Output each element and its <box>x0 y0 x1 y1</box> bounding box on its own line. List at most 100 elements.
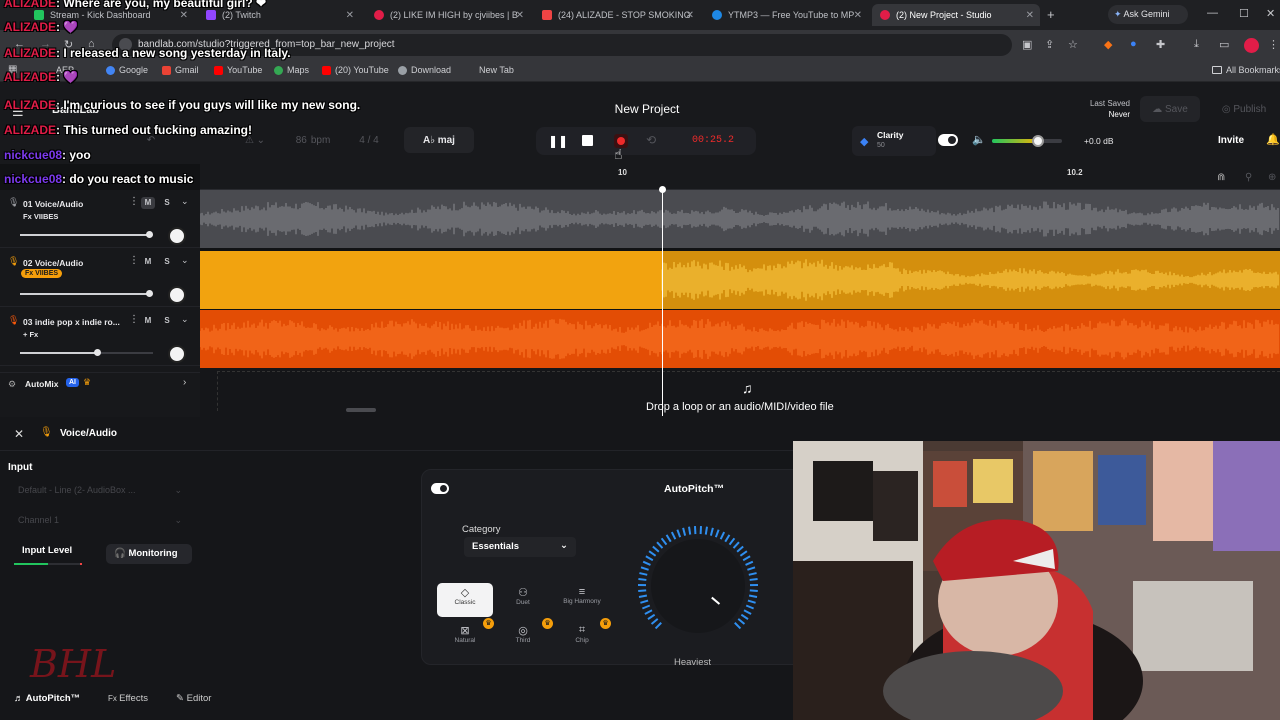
tab-autopitch[interactable]: ♬ AutoPitch™ <box>14 693 94 711</box>
bookmark-item[interactable]: YouTube <box>214 65 262 75</box>
extensions-puzzle-icon[interactable]: ✚ <box>1156 38 1165 51</box>
bookmark-item[interactable]: New Tab <box>479 65 514 75</box>
extension-icon[interactable]: ● <box>1130 38 1137 50</box>
project-title[interactable]: New Project <box>560 102 734 116</box>
input-device-select[interactable]: Default - Line (2- AudioBox ... ⌄ <box>10 481 190 501</box>
invite-button[interactable]: Invite <box>1210 127 1252 153</box>
timeline-ruler[interactable]: 10 10.2 ⋒ ⚲ ⊕ <box>200 164 1280 190</box>
track-header-1[interactable]: 🎙 01 Voice/Audio Fx VIIBES ⋮ M S ⌄ <box>0 190 200 248</box>
track-fx-button[interactable]: + Fx <box>23 330 38 339</box>
solo-button[interactable]: S <box>160 315 174 327</box>
mute-button[interactable]: M <box>141 197 155 209</box>
preset-duet[interactable]: ⚇ Duet <box>495 583 551 617</box>
tab-editor[interactable]: ✎ Editor <box>176 693 236 711</box>
tab-bandlab-song[interactable]: (2) LIKE IM HIGH by cjviibes | B ✕ <box>366 4 530 26</box>
all-bookmarks-folder[interactable]: All Bookmarks <box>1212 65 1280 75</box>
chevron-down-icon[interactable]: ⌄ <box>181 314 189 325</box>
solo-button[interactable]: S <box>160 197 174 209</box>
close-tab-icon[interactable]: ✕ <box>1026 10 1034 21</box>
tab-effects[interactable]: Fx Effects <box>108 693 168 711</box>
master-volume-slider[interactable] <box>992 135 1062 147</box>
solo-button[interactable]: S <box>160 256 174 268</box>
track-header-3[interactable]: 🎙 03 indie pop x indie ro... + Fx ⋮ M S … <box>0 308 200 366</box>
tab-ytmp3[interactable]: YTMP3 — Free YouTube to MP ✕ <box>704 4 868 26</box>
bookmark-item[interactable]: Maps <box>274 65 309 75</box>
track-lane-1[interactable] <box>200 190 1280 248</box>
pan-knob[interactable] <box>168 227 186 245</box>
close-tab-icon[interactable]: ✕ <box>854 10 862 21</box>
track-volume-slider[interactable] <box>20 231 153 238</box>
notification-bell-icon[interactable]: 🔔 <box>1266 133 1280 146</box>
close-tab-icon[interactable]: ✕ <box>180 10 188 21</box>
clarity-toggle[interactable] <box>938 134 958 146</box>
chevron-down-icon[interactable]: ⌄ <box>181 255 189 266</box>
maximize-icon[interactable]: ☐ <box>1239 7 1249 20</box>
drop-zone[interactable]: ♫ Drop a loop or an audio/MIDI/video fil… <box>200 368 1280 417</box>
monitoring-button[interactable]: 🎧 Monitoring <box>106 544 192 564</box>
sidebar-icon[interactable]: ▭ <box>1219 38 1229 51</box>
share-icon[interactable]: ⇪ <box>1045 38 1054 51</box>
bookmark-item[interactable]: Google <box>106 65 148 75</box>
profile-avatar[interactable] <box>1244 38 1259 53</box>
category-select[interactable]: Essentials ⌄ <box>464 537 576 557</box>
mute-button[interactable]: M <box>141 315 155 327</box>
preset-big-harmony[interactable]: ≡ Big Harmony <box>554 583 610 617</box>
minimize-icon[interactable]: — <box>1207 7 1218 19</box>
menu-icon[interactable]: ⋮ <box>1268 38 1279 51</box>
ruler-mark: 10 <box>618 168 627 177</box>
mute-button[interactable]: M <box>141 256 155 268</box>
publish-button[interactable]: ◎ Publish <box>1208 96 1280 122</box>
track-lane-2[interactable] <box>200 251 1280 309</box>
save-button[interactable]: ☁ Save <box>1140 96 1200 122</box>
tempo-field[interactable]: 86 bpm <box>284 127 342 153</box>
install-icon[interactable]: ▣ <box>1022 38 1032 51</box>
close-icon[interactable]: ✕ <box>14 427 24 441</box>
pan-knob[interactable] <box>168 286 186 304</box>
close-tab-icon[interactable]: ✕ <box>346 10 354 21</box>
playhead-handle[interactable] <box>659 186 666 193</box>
key-selector[interactable]: A♭ maj <box>404 127 474 153</box>
tab-new-project[interactable]: (2) New Project - Studio ✕ <box>872 4 1040 26</box>
channel-select[interactable]: Channel 1 ⌄ <box>10 511 190 531</box>
pause-button[interactable]: ❚❚ <box>548 134 568 148</box>
volume-icon[interactable]: 🔈 <box>972 133 986 146</box>
tab-youtube[interactable]: (24) ALIZADE - STOP SMOKING ✕ <box>534 4 700 26</box>
bookmark-item[interactable]: Download <box>398 65 451 75</box>
more-options-icon[interactable]: ⋮ <box>129 255 139 266</box>
ask-gemini-button[interactable]: ✦ Ask Gemini <box>1108 5 1188 24</box>
close-window-icon[interactable]: ✕ <box>1266 7 1275 20</box>
track-volume-slider[interactable] <box>20 290 153 297</box>
track-lane-3[interactable] <box>200 310 1280 368</box>
new-tab-icon[interactable]: + <box>1047 7 1055 22</box>
zoom-icon[interactable]: ⚲ <box>1245 172 1252 183</box>
extension-icon[interactable]: ◆ <box>1104 38 1112 51</box>
automix-row[interactable]: ⚙ AutoMix AI ♛ › <box>0 372 200 394</box>
clarity-control[interactable]: ◆ Clarity 50 <box>852 126 936 156</box>
knob-tick <box>645 555 654 562</box>
pitch-knob[interactable] <box>636 524 760 648</box>
bookmark-item[interactable]: (20) YouTube <box>322 65 389 75</box>
effect-power-toggle[interactable] <box>431 483 449 494</box>
download-icon[interactable]: ⤓ <box>1194 38 1199 51</box>
preset-classic[interactable]: ◇ Classic <box>437 583 493 617</box>
chevron-right-icon[interactable]: › <box>183 377 186 388</box>
track-header-2[interactable]: 🎙 02 Voice/Audio Fx VIIBES ⋮ M S ⌄ <box>0 249 200 307</box>
loop-icon[interactable]: ⟲ <box>646 133 656 147</box>
more-options-icon[interactable]: ⋮ <box>129 196 139 207</box>
time-signature-field[interactable]: 4 / 4 <box>348 127 390 153</box>
horizontal-scrollbar[interactable] <box>346 408 376 412</box>
track-fx-button[interactable]: Fx VIIBES <box>21 269 63 278</box>
track-fx-button[interactable]: Fx VIIBES <box>23 212 58 221</box>
close-tab-icon[interactable]: ✕ <box>516 10 524 21</box>
stop-button[interactable] <box>582 135 593 146</box>
chevron-down-icon[interactable]: ⌄ <box>181 196 189 207</box>
bookmark-star-icon[interactable]: ☆ <box>1068 38 1078 51</box>
playhead[interactable] <box>662 190 663 416</box>
close-tab-icon[interactable]: ✕ <box>686 10 694 21</box>
more-options-icon[interactable]: ⋮ <box>129 314 139 325</box>
snap-magnet-icon[interactable]: ⋒ <box>1217 172 1225 183</box>
track-volume-slider[interactable] <box>20 349 153 356</box>
bookmark-item[interactable]: Gmail <box>162 65 199 75</box>
pan-knob[interactable] <box>168 345 186 363</box>
zoom-in-icon[interactable]: ⊕ <box>1268 172 1276 183</box>
